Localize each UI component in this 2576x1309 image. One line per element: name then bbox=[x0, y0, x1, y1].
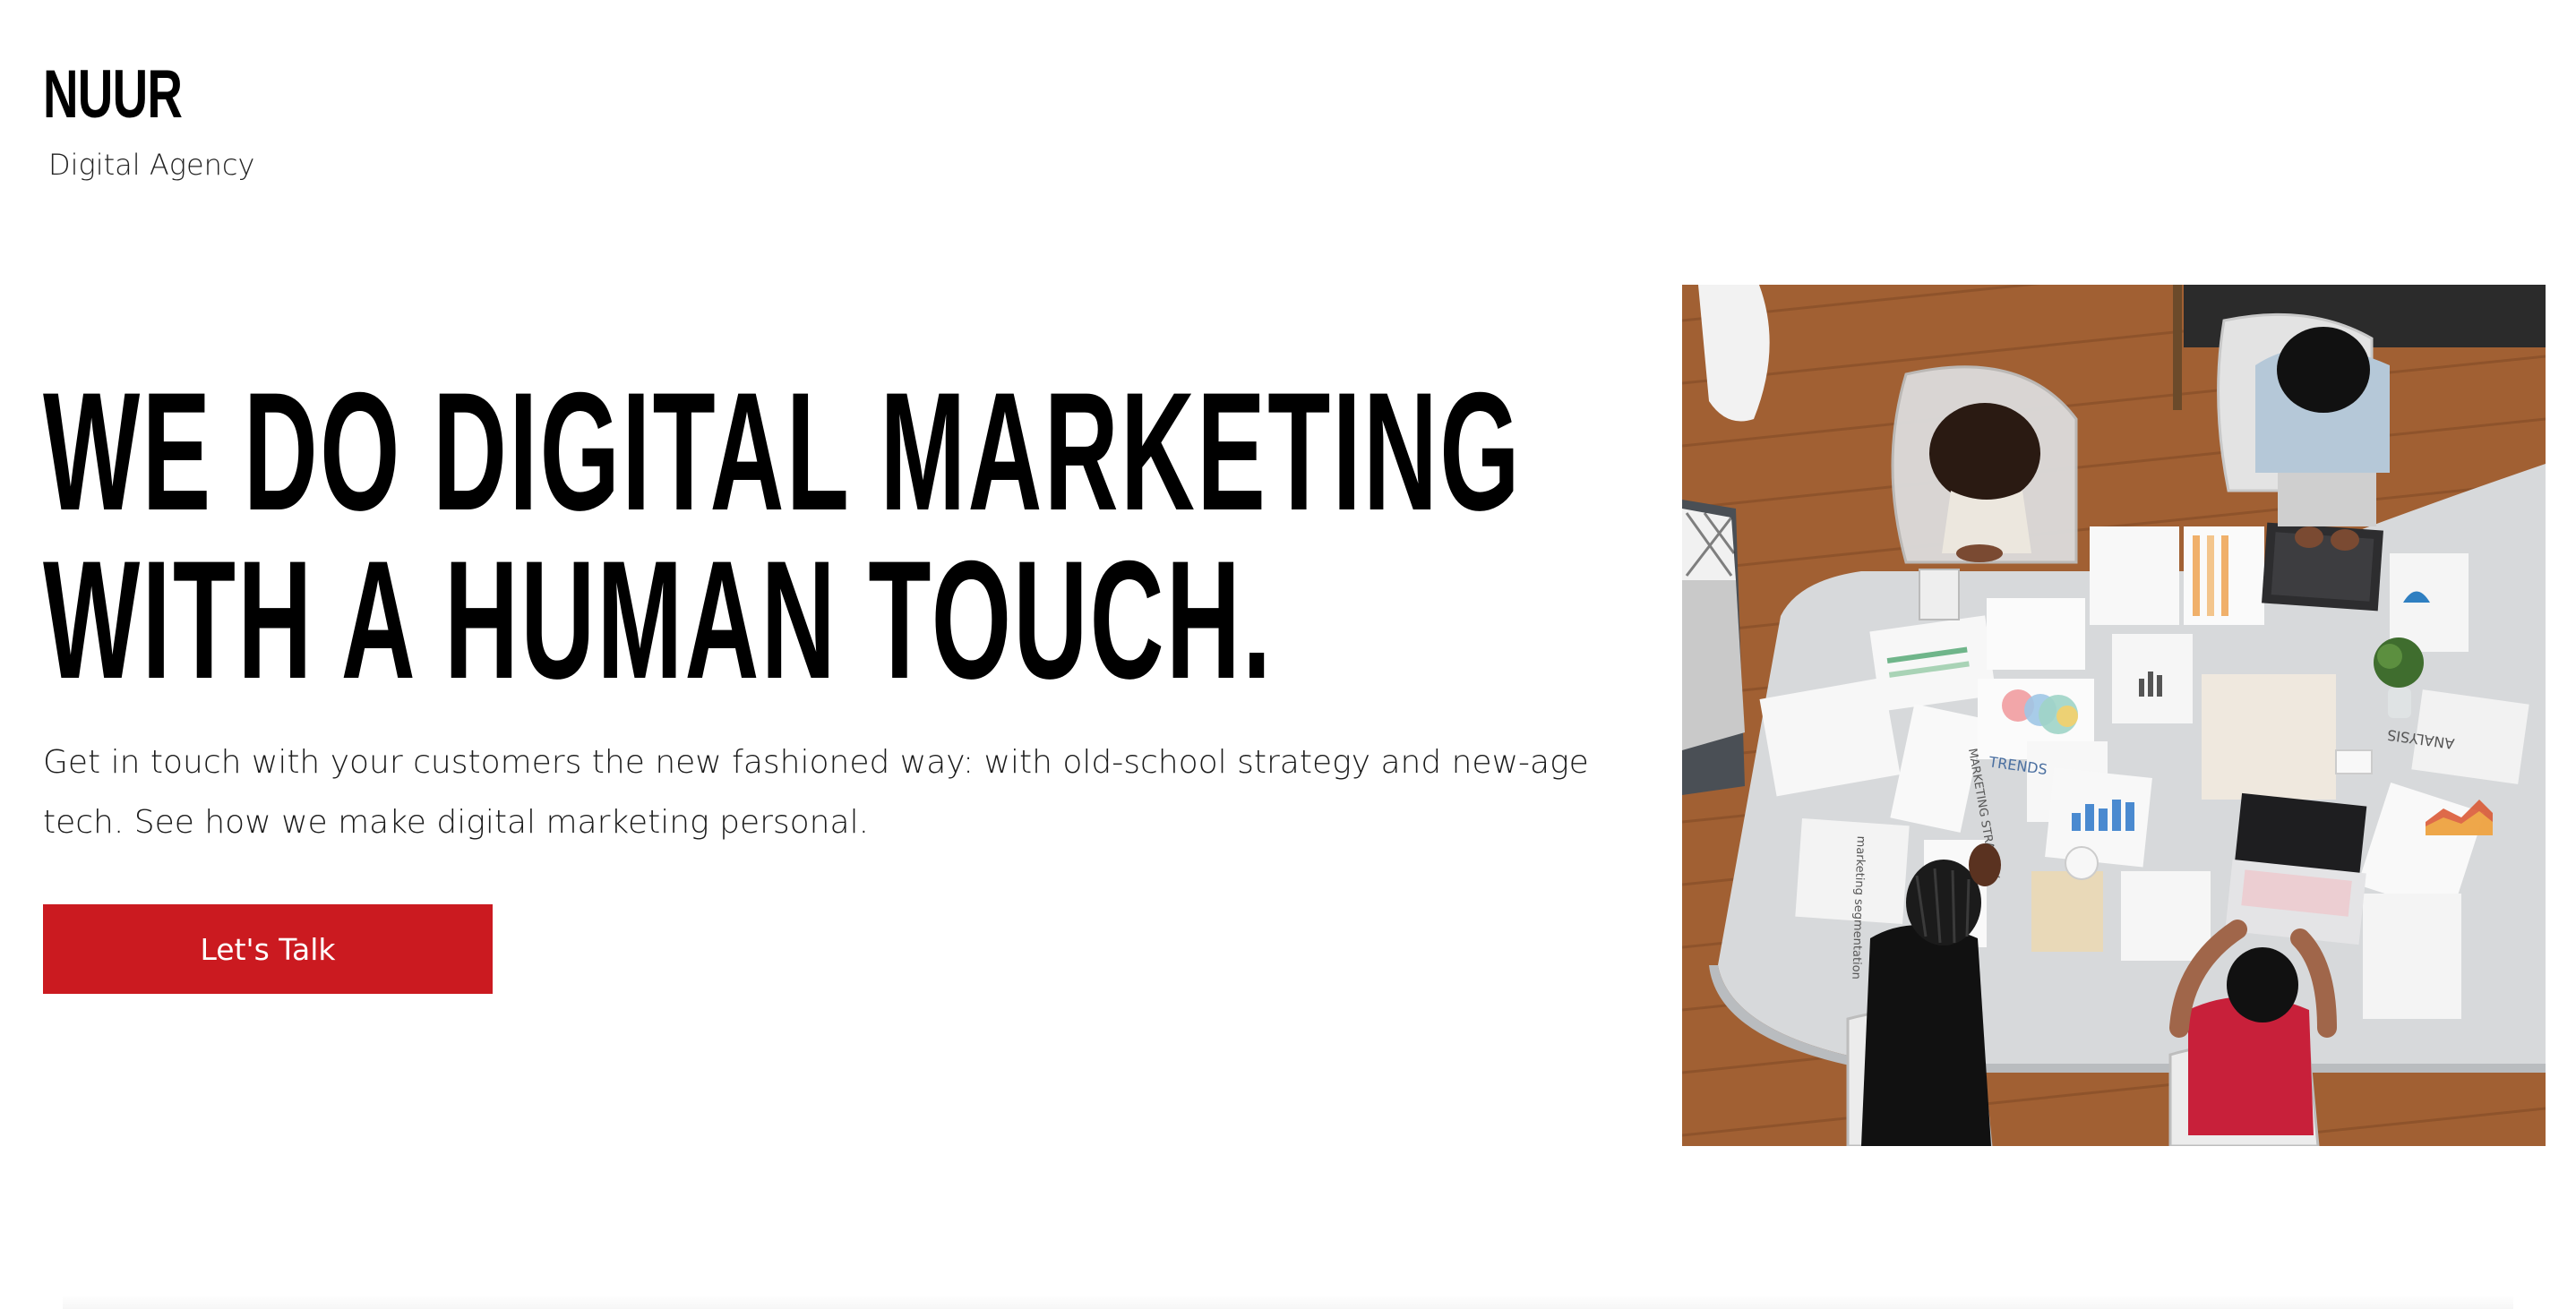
lets-talk-button[interactable]: Let's Talk bbox=[43, 904, 493, 994]
hero-headline-line-1: WE DO DIGITAL MARKETING bbox=[43, 357, 1522, 545]
hero-photo-team-meeting: ANALYSIS MARKETING STRATEGY TRENDS marke… bbox=[1682, 285, 2546, 1146]
hero-headline: WE DO DIGITAL MARKETING WITH A HUMAN TOU… bbox=[43, 357, 1522, 714]
section-divider-shadow bbox=[63, 1295, 2513, 1309]
hero-subtext: Get in touch with your customers the new… bbox=[43, 744, 1589, 841]
hero-headline-line-2: WITH A HUMAN TOUCH. bbox=[43, 526, 1274, 714]
site-tagline: Digital Agency bbox=[48, 148, 255, 182]
brand-header: NUUR Digital Agency bbox=[43, 56, 254, 183]
site-logo[interactable]: NUUR bbox=[43, 56, 195, 134]
